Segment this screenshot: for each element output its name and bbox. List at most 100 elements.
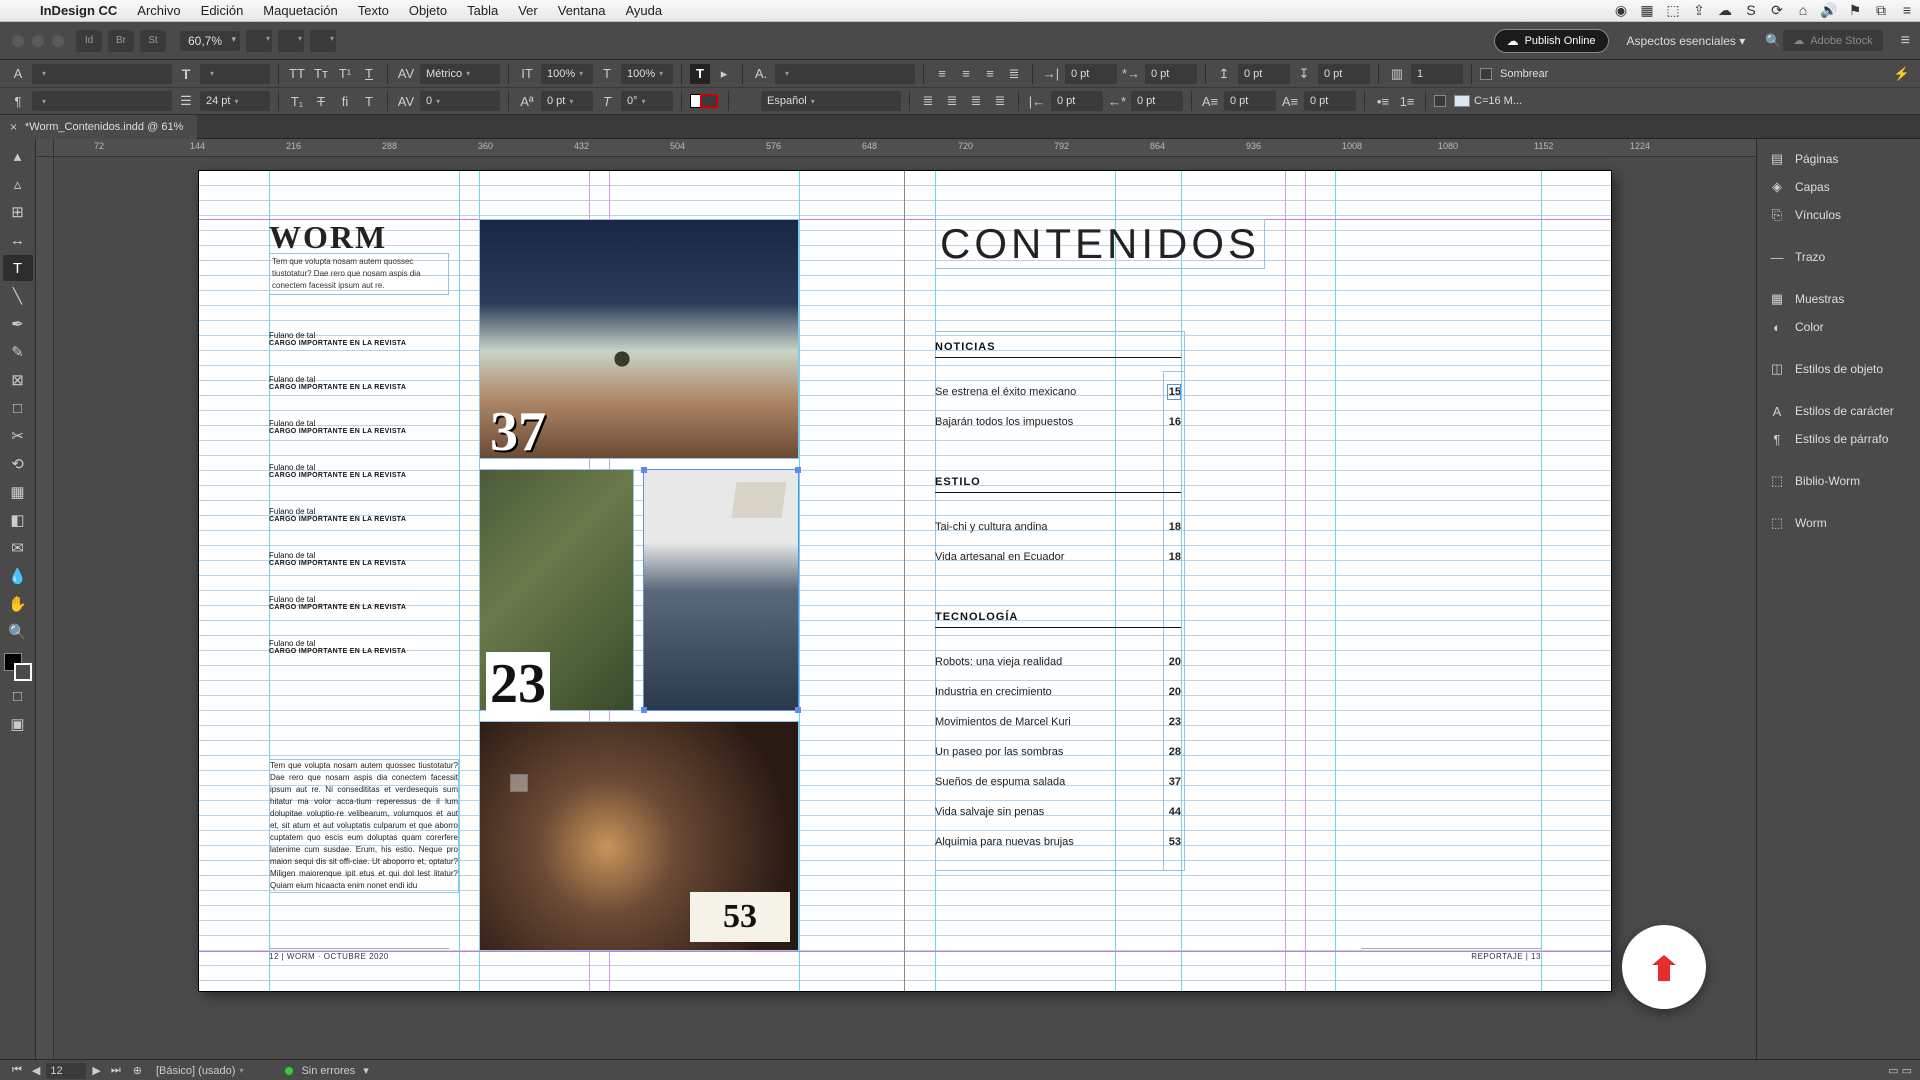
panel-worm[interactable]: ⬚Worm	[1757, 509, 1920, 537]
skew-field[interactable]: 0°	[621, 91, 673, 111]
menu-tabla[interactable]: Tabla	[457, 3, 508, 18]
superscript-icon[interactable]: T¹	[335, 64, 355, 84]
tray-icon[interactable]: ⌂	[1790, 2, 1816, 19]
panel-estilos-de-objeto[interactable]: ◫Estilos de objeto	[1757, 355, 1920, 383]
tray-icon[interactable]: S	[1738, 2, 1764, 19]
panel-vínculos[interactable]: ⎘Vínculos	[1757, 201, 1920, 229]
pen-tool[interactable]: ✒	[3, 311, 33, 337]
stroke-checkbox[interactable]	[1434, 95, 1446, 107]
hero-image-4[interactable]: 53	[479, 721, 799, 951]
rectangle-frame-tool[interactable]: ⊠	[3, 367, 33, 393]
vertical-ruler[interactable]	[36, 157, 54, 1059]
panel-capas[interactable]: ◈Capas	[1757, 173, 1920, 201]
fill-stroke-swap[interactable]	[4, 653, 32, 681]
direct-selection-tool[interactable]: ▵	[3, 171, 33, 197]
vscale-field[interactable]: 100%	[541, 64, 593, 84]
menu-edición[interactable]: Edición	[191, 3, 254, 18]
tray-icon[interactable]: ⚑	[1842, 2, 1868, 19]
kerning-field[interactable]: Métrico	[420, 64, 500, 84]
screen-mode-icon[interactable]	[278, 30, 304, 52]
stock-icon[interactable]: St	[140, 30, 166, 52]
line-tool[interactable]: ╲	[3, 283, 33, 309]
ligatures-icon[interactable]: fi	[335, 91, 355, 111]
note-tool[interactable]: ✉	[3, 535, 33, 561]
zoom-tool[interactable]: 🔍	[3, 619, 33, 645]
last-page-icon[interactable]: ⏭	[107, 1062, 125, 1079]
type-tool[interactable]: T	[3, 255, 33, 281]
bridge-icon[interactable]: Br	[108, 30, 134, 52]
preflight-label[interactable]: Sin errores	[301, 1065, 355, 1077]
numbers-icon[interactable]: 1≡	[1397, 91, 1417, 111]
shading-checkbox[interactable]	[1480, 68, 1492, 80]
panel-muestras[interactable]: ▦Muestras	[1757, 285, 1920, 313]
hero-image-1[interactable]: 37	[479, 219, 799, 459]
horizontal-ruler[interactable]: 7214421628836043250457664872079286493610…	[36, 139, 1756, 157]
justify-left-icon[interactable]: ≣	[918, 91, 938, 111]
menu-ayuda[interactable]: Ayuda	[615, 3, 672, 18]
panel-biblio-worm[interactable]: ⬚Biblio-Worm	[1757, 467, 1920, 495]
tray-icon[interactable]: ▦	[1634, 2, 1660, 19]
window-controls[interactable]	[0, 35, 76, 47]
bullets-icon[interactable]: •≡	[1373, 91, 1393, 111]
strikethrough-icon[interactable]: T	[311, 91, 331, 111]
columns-field[interactable]: 1	[1411, 64, 1463, 84]
prev-page-icon[interactable]: ◀	[28, 1062, 44, 1079]
intro-text-frame[interactable]: Tem que volupta nosam autem quossec tius…	[269, 253, 449, 295]
menu-maquetación[interactable]: Maquetación	[253, 3, 347, 18]
page-tool[interactable]: ⊞	[3, 199, 33, 225]
char-flyout-icon[interactable]: ▸	[714, 64, 734, 84]
page-navigator[interactable]: ⏮ ◀ 12 ▶ ⏭	[8, 1062, 125, 1079]
leading-field[interactable]: 24 pt	[200, 91, 270, 111]
tray-icon[interactable]: ⧉	[1868, 2, 1894, 19]
stroke-color-swatch[interactable]	[1454, 95, 1470, 107]
tray-icon[interactable]: ≡	[1894, 2, 1920, 19]
view-toggle-icon[interactable]: ▭ ▭	[1888, 1064, 1912, 1077]
align-left-icon[interactable]: ≡	[932, 64, 952, 84]
font-family-field[interactable]	[32, 64, 172, 84]
arrange-icon[interactable]	[310, 30, 336, 52]
rectangle-tool[interactable]: □	[3, 395, 33, 421]
dropcap-chars-field[interactable]: 0 pt	[1304, 91, 1356, 111]
indent-right-field[interactable]: 0 pt	[1051, 91, 1103, 111]
view-options-icon[interactable]	[246, 30, 272, 52]
panel-estilos-de-párrafo[interactable]: ¶Estilos de párrafo	[1757, 425, 1920, 453]
control-flyout-icon[interactable]: ⚡	[1892, 64, 1912, 84]
align-right-icon[interactable]: ≡	[980, 64, 1000, 84]
allcaps-icon[interactable]: TT	[287, 64, 307, 84]
panel-páginas[interactable]: ▤Páginas	[1757, 145, 1920, 173]
eyedropper-tool[interactable]: 💧	[3, 563, 33, 589]
tray-icon[interactable]: ◉	[1608, 2, 1634, 19]
space-before-field[interactable]: 0 pt	[1238, 64, 1290, 84]
menu-objeto[interactable]: Objeto	[399, 3, 457, 18]
justify-all-icon[interactable]: ≣	[990, 91, 1010, 111]
toolbar-menu-icon[interactable]: ≡	[1901, 32, 1910, 50]
workspace-switcher[interactable]: Aspectos esenciales	[1619, 30, 1754, 52]
app-name[interactable]: InDesign CC	[30, 3, 127, 18]
close-tab-icon[interactable]: ×	[10, 120, 17, 134]
justify-right-icon[interactable]: ≣	[966, 91, 986, 111]
adobe-stock-search[interactable]: ☁Adobe Stock	[1783, 30, 1882, 51]
publish-online-button[interactable]: Publish Online	[1494, 29, 1609, 53]
apply-color-icon[interactable]: □	[3, 683, 33, 709]
free-transform-tool[interactable]: ⟲	[3, 451, 33, 477]
justify-center-icon[interactable]: ≣	[942, 91, 962, 111]
justify-icon[interactable]: ≣	[1004, 64, 1024, 84]
body-text-frame[interactable]: Tem que volupta nosam autem quossec tius…	[269, 759, 459, 893]
first-page-icon[interactable]: ⏮	[8, 1062, 26, 1079]
hero-image-3[interactable]	[643, 469, 799, 711]
menu-ventana[interactable]: Ventana	[548, 3, 616, 18]
domestika-badge[interactable]	[1622, 925, 1706, 1009]
panel-color[interactable]: ◐Color	[1757, 313, 1920, 341]
page-left[interactable]: WORM Tem que volupta nosam autem quossec…	[199, 171, 905, 991]
preset-field[interactable]: [Básico] (usado)	[150, 1061, 250, 1080]
hscale-field[interactable]: 100%	[621, 64, 673, 84]
selection-tool[interactable]: ▴	[3, 143, 33, 169]
gradient-feather-tool[interactable]: ◧	[3, 507, 33, 533]
font-size-field[interactable]	[200, 64, 270, 84]
search-icon[interactable]: 🔍	[1763, 31, 1783, 51]
char-color-icon[interactable]: T	[690, 64, 710, 84]
gap-tool[interactable]: ↔	[3, 227, 33, 253]
screen-mode-tool[interactable]: ▣	[3, 711, 33, 737]
hero-image-2[interactable]: 23	[479, 469, 634, 711]
open-nav-icon[interactable]: ⊕	[133, 1064, 142, 1077]
